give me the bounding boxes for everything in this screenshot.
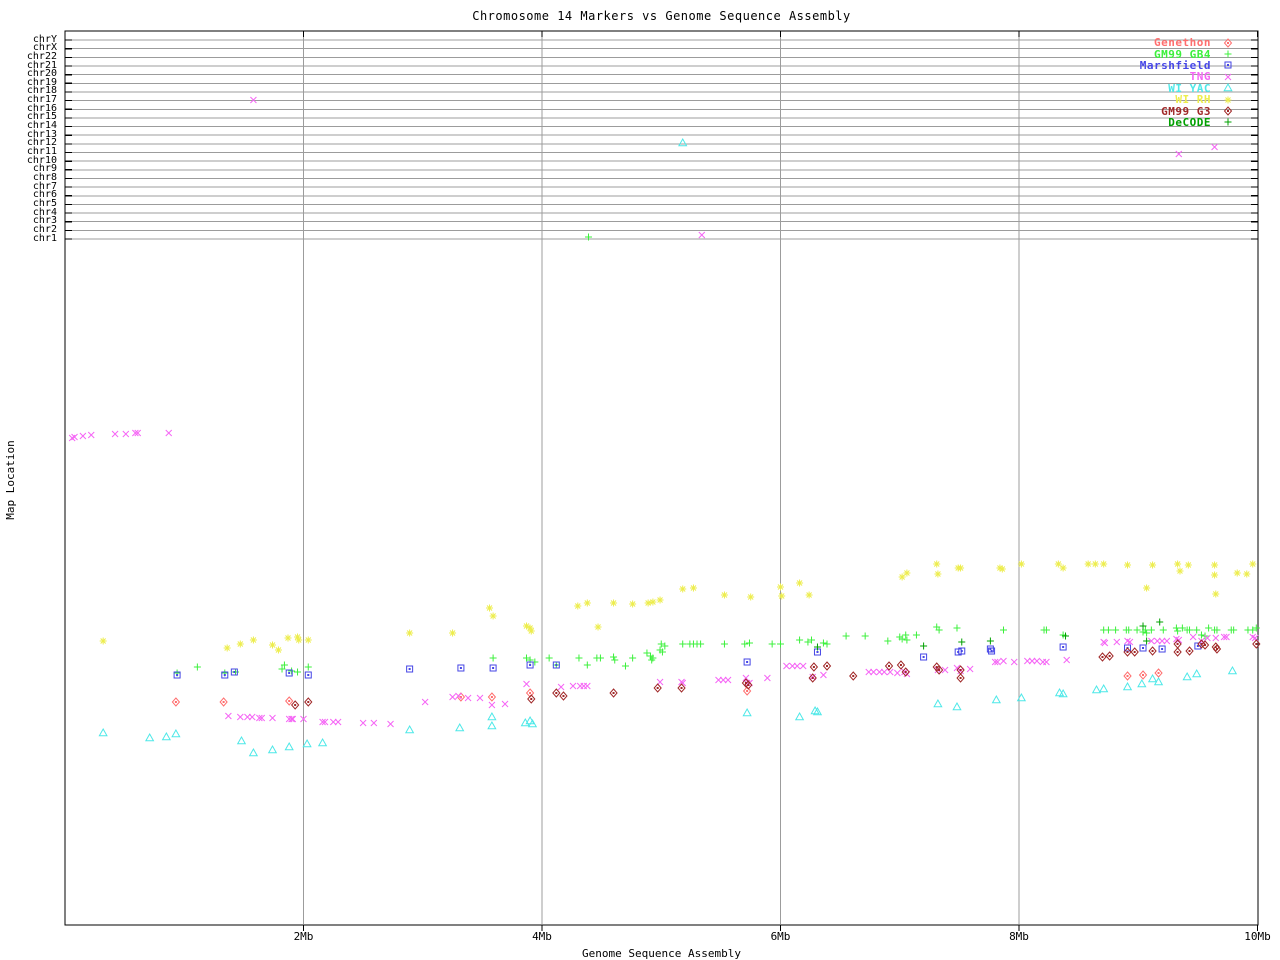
x-tick-label: 2Mb [293,930,314,943]
chromosome-label: chr1 [32,232,57,244]
legend-marker-icon [1224,73,1232,81]
x-tick-label: 4Mb [532,930,552,943]
series-gm99-gb4 [173,233,1260,677]
series-tng [68,96,1259,728]
legend-marker-icon [1224,50,1232,58]
legend-item: DeCODE [1140,115,1236,129]
x-tick-label: 8Mb [1009,930,1029,943]
legend-marker-icon [1223,106,1233,116]
x-tick-label: 6Mb [770,930,791,943]
legend-marker-icon [1224,118,1232,126]
plot-frame [64,30,1259,926]
series-wi-yac [98,137,1238,757]
legend-label: DeCODE [1168,115,1211,129]
legend-marker-icon [1224,96,1232,104]
legend-marker-icon [1223,83,1233,92]
legend-item: Marshfield [1140,59,1236,72]
plot-area [64,30,1261,931]
series-genethon [171,668,1163,707]
x-axis-label: Genome Sequence Assembly [582,947,741,960]
series-gm99-g3 [290,639,1261,710]
chart-canvas: Chromosome 14 Markers vs Genome Sequence… [0,0,1280,960]
series-wi-rh [99,560,1257,654]
x-tick-label: 10Mb [1244,930,1271,943]
legend-marker-icon [1223,37,1233,48]
series-marshfield [173,642,1202,679]
legend-marker-icon [1224,61,1232,69]
legend: Genethon GM99 GB4 Marshfield TNG WI YAC WI RH… [1140,36,1236,129]
